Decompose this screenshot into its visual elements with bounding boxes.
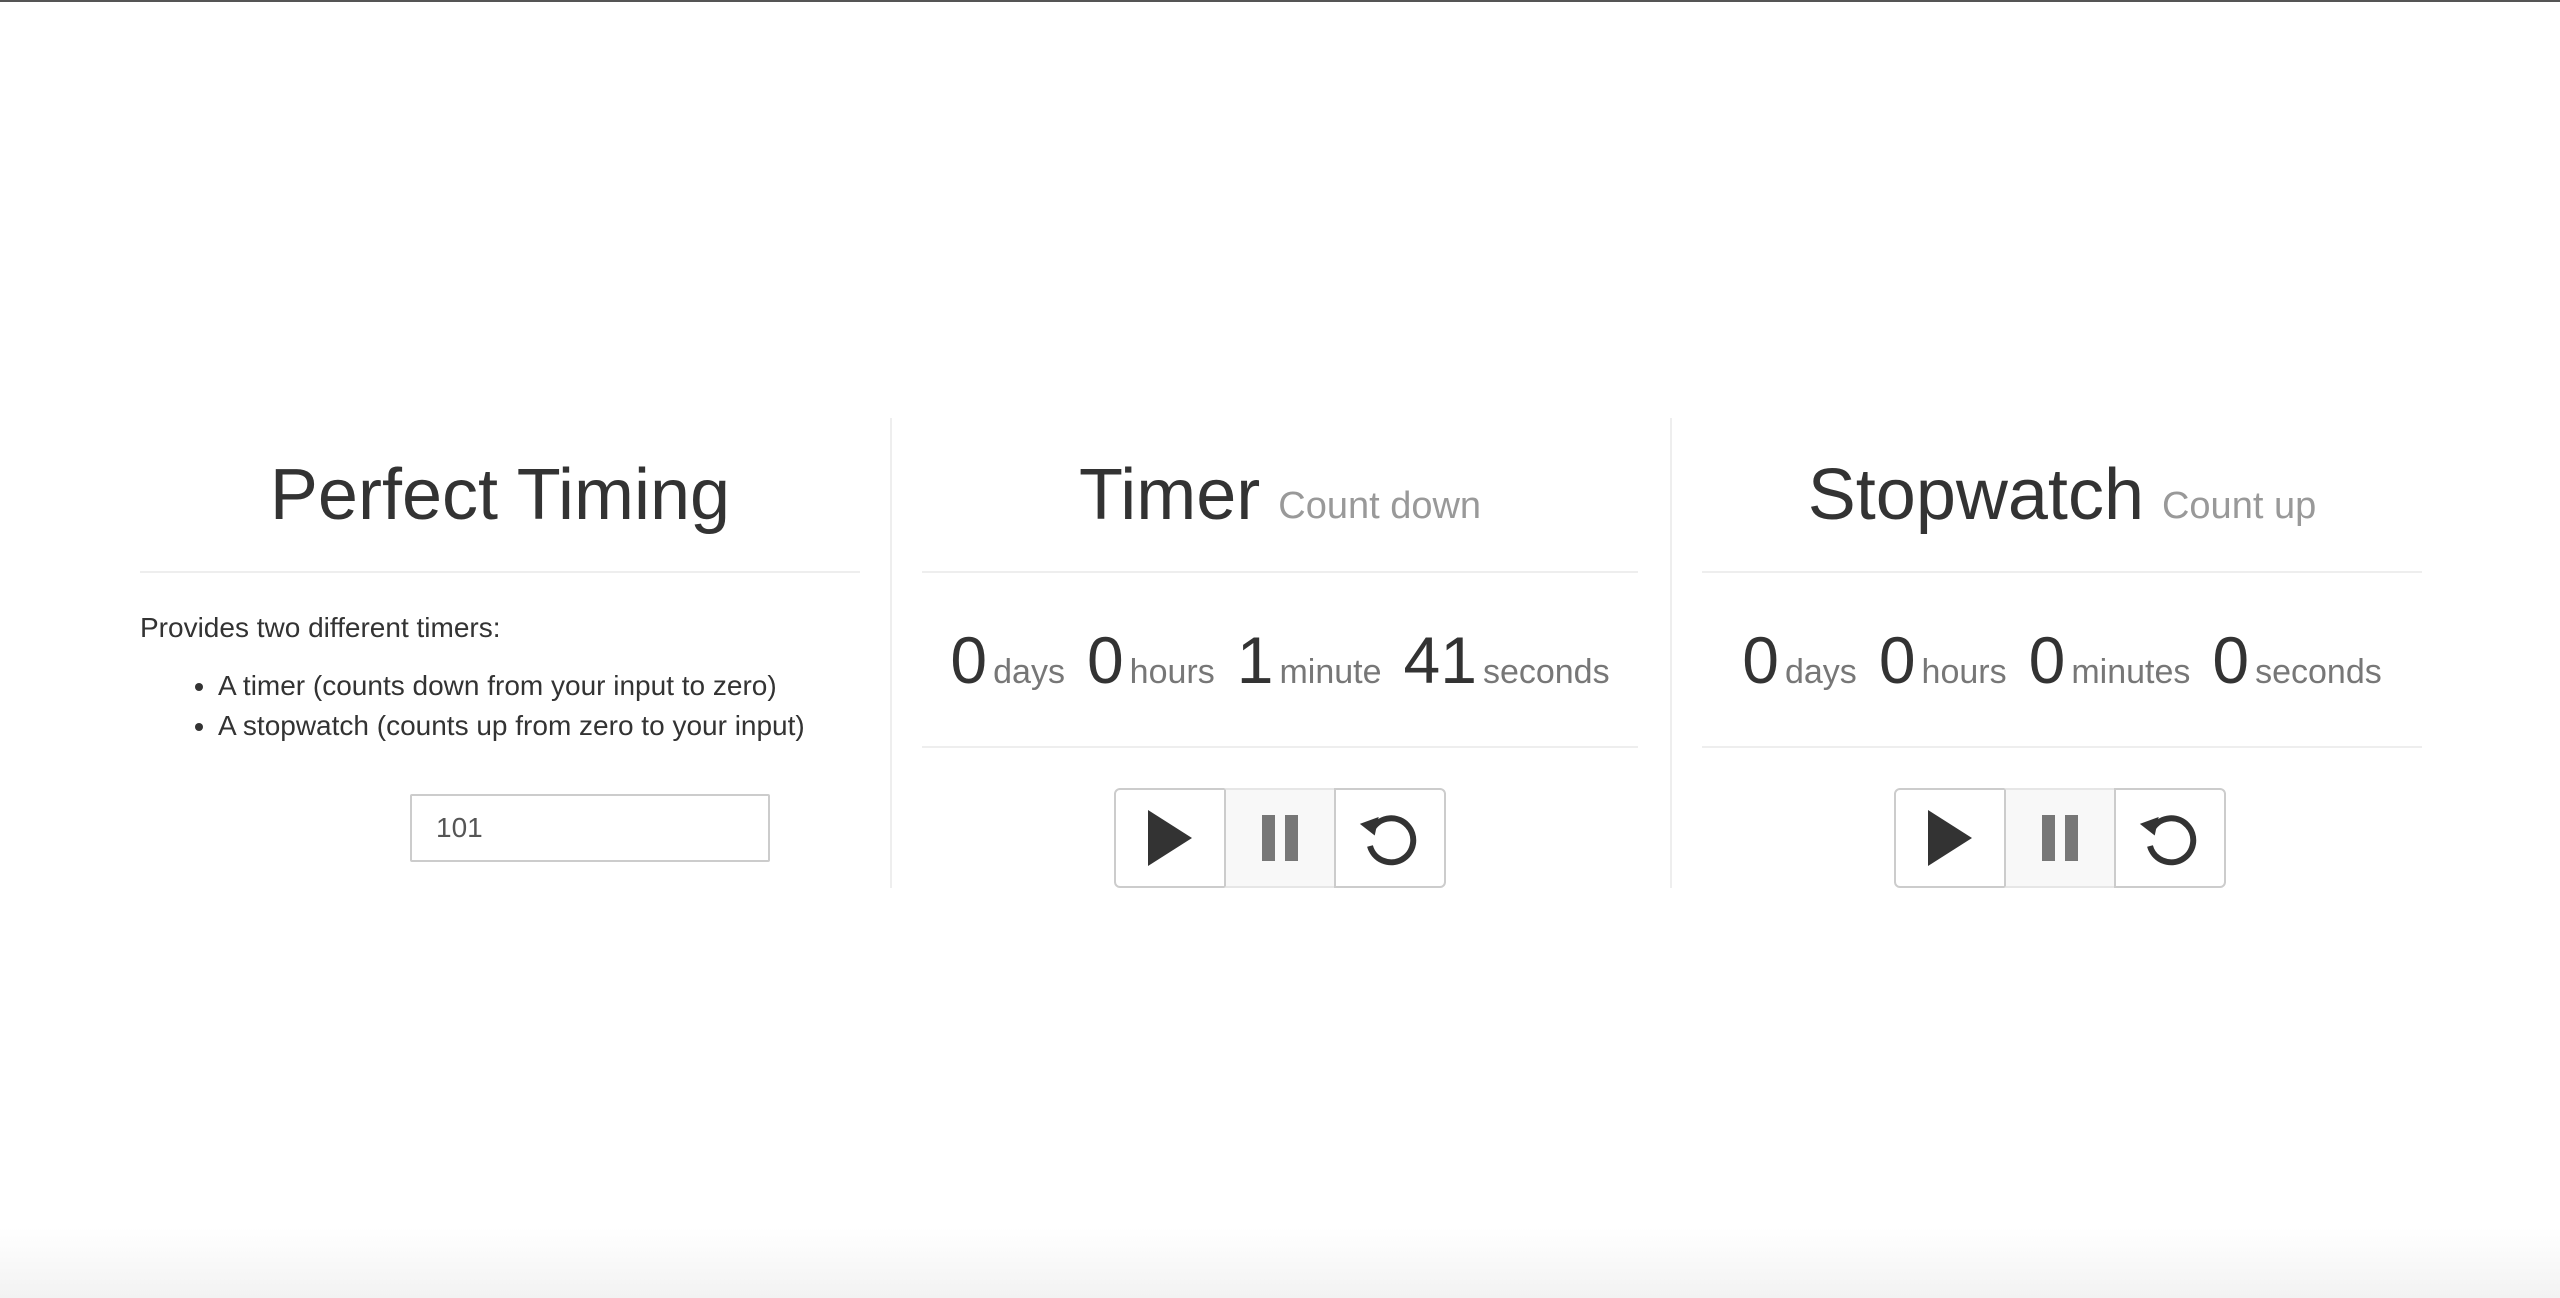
stopwatch-controls — [1894, 788, 2226, 888]
timer-hours-label: hours — [1129, 652, 1215, 691]
timer-minutes-label: minute — [1279, 652, 1382, 691]
stopwatch-play-button[interactable] — [1894, 788, 2006, 888]
timer-play-button[interactable] — [1114, 788, 1226, 888]
intro-description: Provides two different timers: — [140, 612, 501, 643]
timer-seconds-label: seconds — [1482, 652, 1610, 691]
feature-item-timer: A timer (counts down from your input to … — [218, 666, 870, 706]
timer-hours: 0 hours — [1087, 627, 1215, 693]
play-icon — [1928, 810, 1972, 866]
stopwatch-header: Stopwatch Count up — [1702, 418, 2422, 573]
window-bottom-shadow — [0, 1228, 2560, 1298]
stopwatch-minutes: 0 minutes — [2029, 627, 2191, 693]
timer-title: Timer — [1078, 454, 1261, 535]
stopwatch-title: Stopwatch — [1807, 454, 2144, 535]
stopwatch-seconds: 0 seconds — [2212, 627, 2381, 693]
timer-header: Timer Count down — [922, 418, 1638, 573]
page-title: Perfect Timing — [269, 454, 731, 535]
stopwatch-hours-label: hours — [1921, 652, 2007, 691]
timer-minutes-value: 1 — [1236, 622, 1274, 697]
timer-hours-value: 0 — [1086, 622, 1124, 697]
timer-seconds: 41 seconds — [1404, 627, 1610, 693]
timer-pause-button[interactable] — [1224, 788, 1336, 888]
stopwatch-hours-value: 0 — [1878, 622, 1916, 697]
timer-reset-button[interactable] — [1334, 788, 1446, 888]
stopwatch-days: 0 days — [1742, 627, 1857, 693]
main-container: Perfect Timing Provides two different ti… — [126, 418, 2434, 888]
timer-days-value: 0 — [950, 622, 988, 697]
stopwatch-days-label: days — [1784, 652, 1857, 691]
pause-icon — [2042, 815, 2078, 861]
stopwatch-seconds-label: seconds — [2255, 652, 2382, 691]
timer-days-label: days — [993, 652, 1065, 691]
feature-list: A timer (counts down from your input to … — [140, 666, 870, 746]
stopwatch-seconds-value: 0 — [2212, 622, 2250, 697]
timer-readout: 0 days 0 hours 1 minute 41 seconds — [922, 573, 1638, 748]
pause-icon — [1262, 815, 1298, 861]
stopwatch-minutes-label: minutes — [2071, 652, 2191, 691]
seconds-input[interactable] — [410, 794, 770, 862]
timer-panel: Timer Count down 0 days 0 hours 1 minute… — [890, 418, 1670, 888]
stopwatch-days-value: 0 — [1742, 622, 1779, 697]
timer-subtitle: Count down — [1278, 484, 1482, 527]
stopwatch-minutes-value: 0 — [2028, 622, 2066, 697]
reset-icon — [1359, 815, 1417, 866]
intro-header: Perfect Timing — [140, 418, 860, 573]
intro-panel: Perfect Timing Provides two different ti… — [126, 418, 890, 888]
stopwatch-pause-button[interactable] — [2004, 788, 2116, 888]
play-icon — [1148, 810, 1192, 866]
stopwatch-readout: 0 days 0 hours 0 minutes 0 seconds — [1702, 573, 2422, 748]
timer-seconds-value: 41 — [1403, 622, 1477, 697]
intro-body: Provides two different timers: A timer (… — [140, 612, 870, 746]
stopwatch-panel: Stopwatch Count up 0 days 0 hours 0 minu… — [1670, 418, 2434, 888]
feature-item-stopwatch: A stopwatch (counts up from zero to your… — [218, 706, 870, 746]
stopwatch-hours: 0 hours — [1879, 627, 2007, 693]
timer-minutes: 1 minute — [1237, 627, 1382, 693]
reset-icon — [2139, 815, 2197, 866]
timer-days: 0 days — [950, 627, 1065, 693]
stopwatch-reset-button[interactable] — [2114, 788, 2226, 888]
window-top-border — [0, 0, 2560, 2]
timer-controls — [1114, 788, 1446, 888]
stopwatch-subtitle: Count up — [2161, 484, 2317, 527]
